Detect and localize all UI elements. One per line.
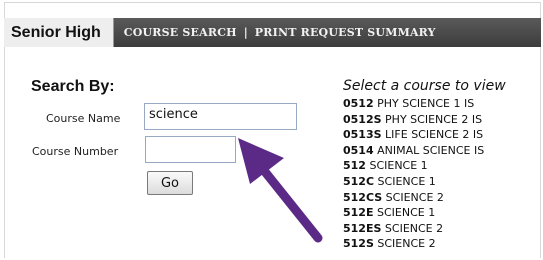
arrow-pointer-icon [238,138,323,243]
